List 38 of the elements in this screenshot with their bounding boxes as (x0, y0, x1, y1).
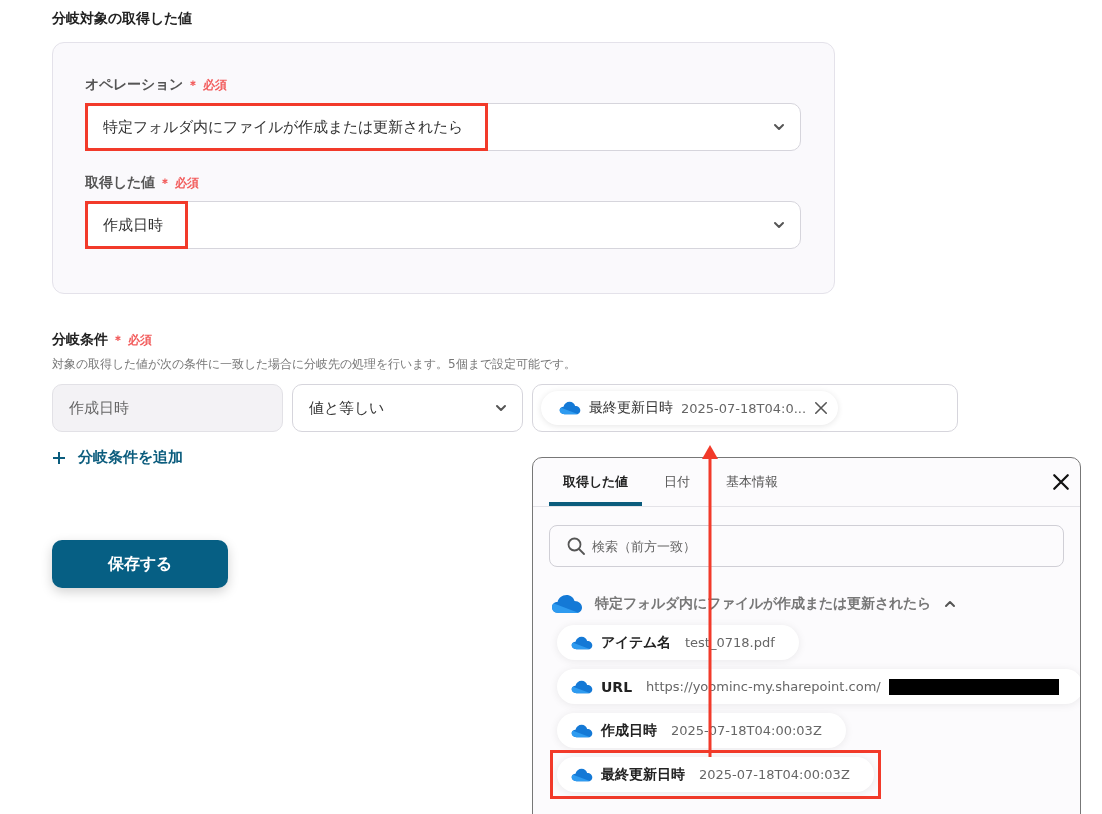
search-field[interactable]: 検索（前方一致） (549, 525, 1064, 567)
field-label: オペレーション (85, 76, 183, 94)
save-button[interactable]: 保存する (52, 540, 228, 588)
required-label: 必須 (128, 331, 152, 349)
select-field[interactable]: 作成日時 (85, 201, 801, 249)
field-label: 取得した値 (85, 174, 155, 192)
close-icon (814, 401, 829, 415)
field-description: 対象の取得した値が次の条件に一致した場合に分岐先の処理を行います。5個まで設定可能です。 (52, 356, 577, 373)
plus-icon (52, 450, 66, 465)
tab[interactable]: 基本情報 (712, 458, 792, 506)
section-title: 分岐対象の取得した値 (52, 10, 193, 28)
cloud-icon (571, 679, 593, 694)
select-value: 作成日時 (85, 201, 188, 249)
cloud-icon (551, 594, 583, 614)
value-item[interactable]: 最終更新日時 2025-07-18T04:00:03Z (557, 757, 874, 792)
required-asterisk: ＊ (159, 174, 171, 192)
required-label: 必須 (203, 76, 227, 94)
subject-field: 作成日時 (52, 384, 283, 432)
field-label: 分岐条件 (52, 331, 108, 349)
cloud-icon (571, 767, 593, 782)
operator-select[interactable]: 値と等しい (292, 384, 523, 432)
tab[interactable]: 日付 (650, 458, 704, 506)
select-field[interactable]: 特定フォルダ内にファイルが作成または更新されたら (85, 103, 801, 151)
cloud-icon (559, 401, 581, 415)
value-chip[interactable]: 最終更新日時 2025-07-18T04:0... (541, 391, 839, 425)
select-value: 特定フォルダ内にファイルが作成または更新されたら (85, 103, 488, 151)
add-condition-link[interactable]: 分岐条件を追加 (52, 448, 183, 467)
required-label: 必須 (175, 174, 199, 192)
close-icon (1052, 473, 1070, 491)
chip-value: 2025-07-18T04:0... (681, 400, 807, 416)
required-asterisk: ＊ (112, 331, 124, 349)
value-field[interactable]: 最終更新日時 2025-07-18T04:0... (532, 384, 958, 432)
cloud-icon (571, 635, 593, 650)
close-button[interactable] (1052, 473, 1070, 491)
chip-name: 最終更新日時 (589, 399, 673, 417)
required-asterisk: ＊ (187, 76, 199, 94)
tab[interactable]: 取得した値 (549, 458, 642, 506)
cloud-icon (571, 723, 593, 738)
